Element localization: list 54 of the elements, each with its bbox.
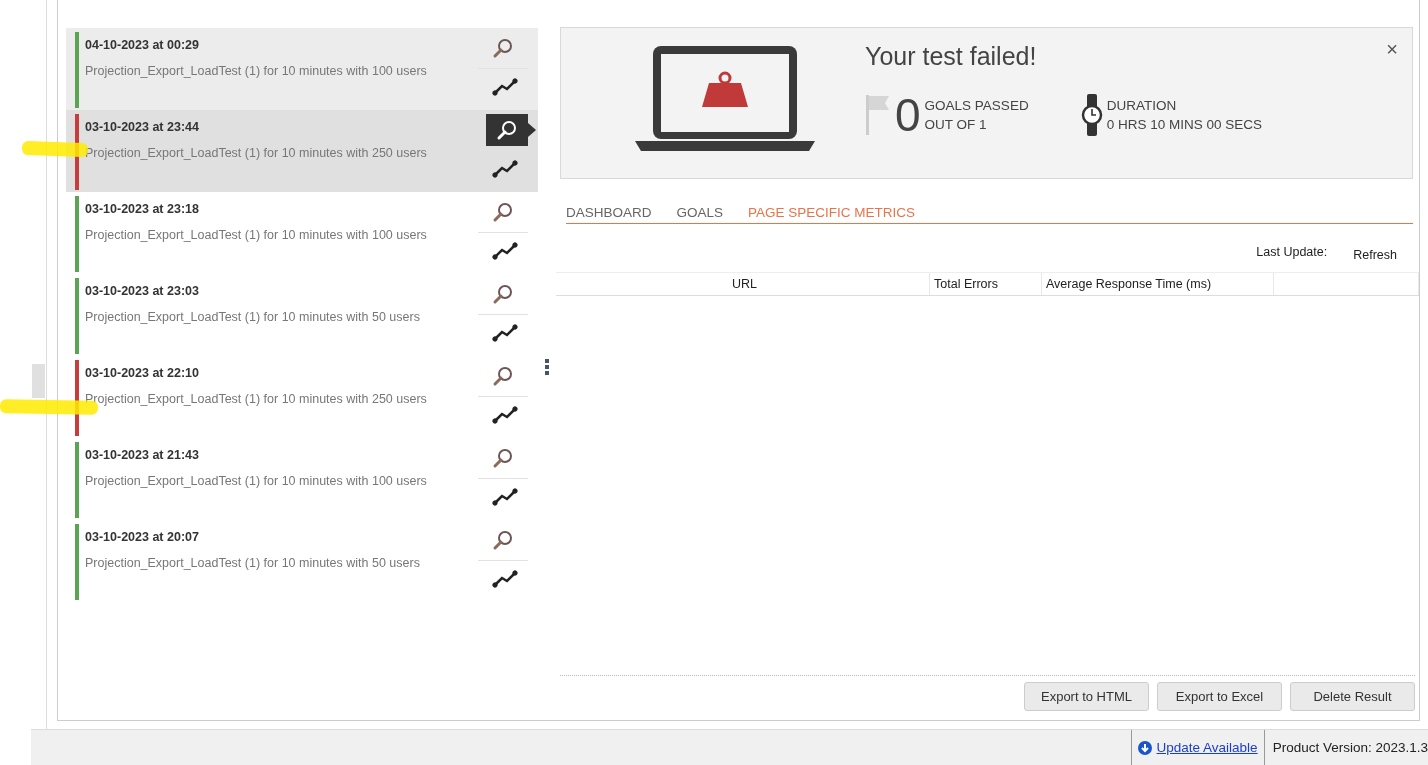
column-header[interactable]: Total Errors <box>930 273 1042 295</box>
tab[interactable]: GOALS <box>676 205 724 220</box>
last-update-label: Last Update: <box>1256 245 1328 259</box>
goals-total: OUT OF 1 <box>924 116 988 134</box>
result-date: 03-10-2023 at 23:18 <box>85 202 200 216</box>
line-chart-icon[interactable] <box>492 323 518 343</box>
action-button[interactable]: Export to Excel <box>1157 682 1282 711</box>
action-button[interactable]: Delete Result <box>1290 682 1415 711</box>
line-chart-icon[interactable] <box>492 487 518 507</box>
result-description: Projection_Export_LoadTest (1) for 10 minutes with 250 users <box>85 392 428 406</box>
result-date: 03-10-2023 at 20:07 <box>85 530 200 544</box>
search-icon[interactable] <box>492 365 514 387</box>
update-link[interactable]: Update Available <box>1156 740 1258 755</box>
line-chart-icon[interactable] <box>492 405 518 425</box>
tab[interactable]: DASHBOARD <box>566 205 652 220</box>
product-version: Product Version: 2023.1.3 <box>1263 730 1428 765</box>
result-description: Projection_Export_LoadTest (1) for 10 minutes with 50 users <box>85 310 421 324</box>
close-button[interactable]: × <box>1384 36 1400 63</box>
column-header[interactable]: Average Response Time (ms) <box>1042 273 1274 295</box>
result-description: Projection_Export_LoadTest (1) for 10 minutes with 250 users <box>85 146 428 160</box>
result-description: Projection_Export_LoadTest (1) for 10 minutes with 100 users <box>85 228 428 242</box>
line-chart-icon[interactable] <box>492 241 518 261</box>
result-description: Projection_Export_LoadTest (1) for 10 minutes with 50 users <box>85 556 421 570</box>
column-header[interactable]: URL <box>556 273 930 295</box>
search-icon[interactable] <box>492 529 514 551</box>
result-item[interactable]: 04-10-2023 at 00:29 Projection_Export_LoadTest (1) for 10 minutes with 100 users <box>66 28 538 110</box>
duration-value: 0 HRS 10 MINS 00 SECS <box>1106 116 1262 134</box>
action-button[interactable]: Export to HTML <box>1024 682 1149 711</box>
goals-count: 0 <box>895 93 921 137</box>
result-date: 03-10-2023 at 23:44 <box>85 120 200 134</box>
refresh-button[interactable]: Refresh <box>1353 248 1397 262</box>
result-description: Projection_Export_LoadTest (1) for 10 minutes with 100 users <box>85 474 428 488</box>
result-date: 03-10-2023 at 23:03 <box>85 284 200 298</box>
search-icon[interactable] <box>492 283 514 305</box>
result-heading: Your test failed! <box>865 42 1038 71</box>
watch-icon <box>1080 93 1103 137</box>
flag-icon <box>865 93 891 137</box>
result-date: 04-10-2023 at 00:29 <box>85 38 200 52</box>
search-icon <box>496 119 518 141</box>
result-date: 03-10-2023 at 21:43 <box>85 448 200 462</box>
search-icon[interactable] <box>492 201 514 223</box>
result-description: Projection_Export_LoadTest (1) for 10 minutes with 100 users <box>85 64 428 78</box>
line-chart-icon[interactable] <box>492 569 518 589</box>
scrollbar-thumb[interactable] <box>32 364 45 398</box>
search-icon[interactable] <box>492 447 514 469</box>
result-date: 03-10-2023 at 22:10 <box>85 366 200 380</box>
duration-label: DURATION <box>1106 97 1178 115</box>
result-item[interactable]: 03-10-2023 at 23:44 Projection_Export_LoadTest (1) for 10 minutes with 250 users <box>66 110 538 192</box>
line-chart-icon[interactable] <box>492 159 518 179</box>
search-icon[interactable] <box>492 37 514 59</box>
splitter-handle-icon[interactable] <box>544 358 550 376</box>
download-icon <box>1137 740 1152 755</box>
line-chart-icon[interactable] <box>492 77 518 97</box>
goals-label: GOALS PASSED <box>924 97 1029 115</box>
